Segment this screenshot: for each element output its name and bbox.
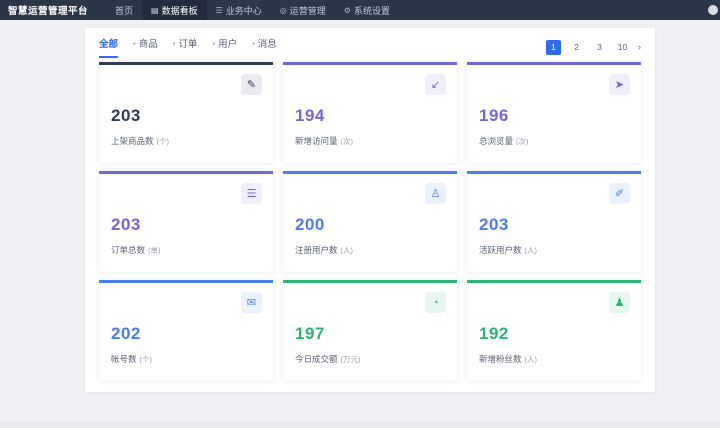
stat-card-revenue[interactable]: ◔ 197 今日成交额(万元) — [283, 280, 457, 381]
stat-label: 帐号数(个) — [111, 353, 261, 365]
stat-label: 订单总数(单) — [111, 244, 261, 256]
page-button-2[interactable]: 2 — [569, 40, 584, 55]
stat-card-followers[interactable]: ♟ 192 新增粉丝数(人) — [467, 280, 641, 381]
tab-products[interactable]: ▪ 商品 — [133, 36, 158, 56]
nav-item-label: 业务中心 — [226, 4, 262, 17]
stat-label: 总浏览量(次) — [479, 135, 629, 147]
panel-header: 全部 ▪ 商品 ▪ 订单 ▪ 用户 ▪ 消息 1 2 3 10 › — [85, 28, 655, 58]
stat-unit: (人) — [525, 355, 538, 364]
nav-item-label: 系统设置 — [354, 4, 390, 17]
tab-label: 用户 — [218, 36, 237, 50]
page-button-1[interactable]: 1 — [546, 40, 561, 55]
list-icon: ☰ — [216, 6, 223, 15]
square-icon: ▪ — [252, 39, 255, 48]
stat-unit: (次) — [341, 137, 354, 146]
tab-label: 商品 — [139, 36, 158, 50]
mail-icon: ✉ — [241, 292, 262, 313]
target-icon: ◎ — [280, 6, 287, 15]
square-icon: ▪ — [173, 39, 176, 48]
stat-value: 196 — [479, 106, 629, 126]
stat-card-visits[interactable]: ↙ 194 新增访问量(次) — [283, 62, 457, 163]
stat-value: 202 — [111, 324, 261, 344]
pagination: 1 2 3 10 › — [546, 40, 641, 55]
stat-unit: (人) — [341, 246, 354, 255]
square-icon: ▪ — [133, 39, 136, 48]
stat-unit: (单) — [148, 246, 161, 255]
nav-item-label: 数据看板 — [162, 4, 198, 17]
stat-unit: (次) — [516, 137, 529, 146]
content-panel: 全部 ▪ 商品 ▪ 订单 ▪ 用户 ▪ 消息 1 2 3 10 › — [85, 28, 655, 392]
stat-label: 注册用户数(人) — [295, 244, 445, 256]
stat-label: 活跃用户数(人) — [479, 244, 629, 256]
tab-messages[interactable]: ▪ 消息 — [252, 36, 277, 56]
tab-label: 订单 — [178, 36, 197, 50]
stat-card-pageviews[interactable]: ➤ 196 总浏览量(次) — [467, 62, 641, 163]
top-navbar: 智慧运营管理平台 首页 ▤ 数据看板 ☰ 业务中心 ◎ 运营管理 ⚙ 系统设置 — [0, 0, 720, 20]
stat-value: 203 — [111, 215, 261, 235]
stat-label: 今日成交额(万元) — [295, 353, 445, 365]
stat-unit: (个) — [140, 355, 153, 364]
member-icon: ♟ — [609, 292, 630, 313]
page-button-3[interactable]: 3 — [592, 40, 607, 55]
user-icon: ♙ — [425, 183, 446, 204]
gauge-icon: ◔ — [425, 292, 446, 313]
stat-card-accounts[interactable]: ✉ 202 帐号数(个) — [99, 280, 273, 381]
user-avatar[interactable] — [708, 5, 718, 15]
nav-item-home[interactable]: 首页 — [106, 0, 142, 20]
stat-value: 197 — [295, 324, 445, 344]
stat-label: 上架商品数(个) — [111, 135, 261, 147]
nav-item-operations[interactable]: ◎ 运营管理 — [271, 0, 335, 20]
tab-users[interactable]: ▪ 用户 — [212, 36, 237, 56]
nav-item-dashboard[interactable]: ▤ 数据看板 — [142, 0, 207, 20]
stat-value: 200 — [295, 215, 445, 235]
stat-unit: (万元) — [341, 355, 361, 364]
stat-card-registered-users[interactable]: ♙ 200 注册用户数(人) — [283, 171, 457, 272]
filter-tabs: 全部 ▪ 商品 ▪ 订单 ▪ 用户 ▪ 消息 — [99, 36, 277, 58]
stat-value: 203 — [479, 215, 629, 235]
nav-item-label: 首页 — [115, 4, 133, 17]
app-logo: 智慧运营管理平台 — [8, 3, 88, 17]
stat-value: 203 — [111, 106, 261, 126]
stat-label: 新增访问量(次) — [295, 135, 445, 147]
list-icon: ☰ — [241, 183, 262, 204]
stat-card-products[interactable]: ✎ 203 上架商品数(个) — [99, 62, 273, 163]
stat-unit: (个) — [157, 137, 170, 146]
tab-label: 消息 — [258, 36, 277, 50]
tab-orders[interactable]: ▪ 订单 — [173, 36, 198, 56]
stat-value: 194 — [295, 106, 445, 126]
pen-icon: ✎ — [241, 74, 262, 95]
stat-label: 新增粉丝数(人) — [479, 353, 629, 365]
grid-icon: ▤ — [151, 6, 159, 15]
nav-item-settings[interactable]: ⚙ 系统设置 — [335, 0, 399, 20]
tab-label: 全部 — [99, 36, 118, 50]
gear-icon: ⚙ — [344, 6, 351, 15]
tab-all[interactable]: 全部 — [99, 36, 118, 58]
nav-item-label: 运营管理 — [290, 4, 326, 17]
page-bottom-strip — [0, 421, 720, 428]
stat-card-grid: ✎ 203 上架商品数(个) ↙ 194 新增访问量(次) ➤ 196 总浏览量… — [85, 58, 655, 381]
page-button-10[interactable]: 10 — [615, 40, 630, 55]
stat-unit: (人) — [525, 246, 538, 255]
edit-icon: ✐ — [609, 183, 630, 204]
stat-card-orders[interactable]: ☰ 203 订单总数(单) — [99, 171, 273, 272]
stat-card-active-users[interactable]: ✐ 203 活跃用户数(人) — [467, 171, 641, 272]
stat-value: 192 — [479, 324, 629, 344]
nav-item-business[interactable]: ☰ 业务中心 — [207, 0, 271, 20]
next-page-icon[interactable]: › — [638, 42, 641, 52]
square-icon: ▪ — [212, 39, 215, 48]
chart-line-icon: ↙ — [425, 74, 446, 95]
cursor-icon: ➤ — [609, 74, 630, 95]
